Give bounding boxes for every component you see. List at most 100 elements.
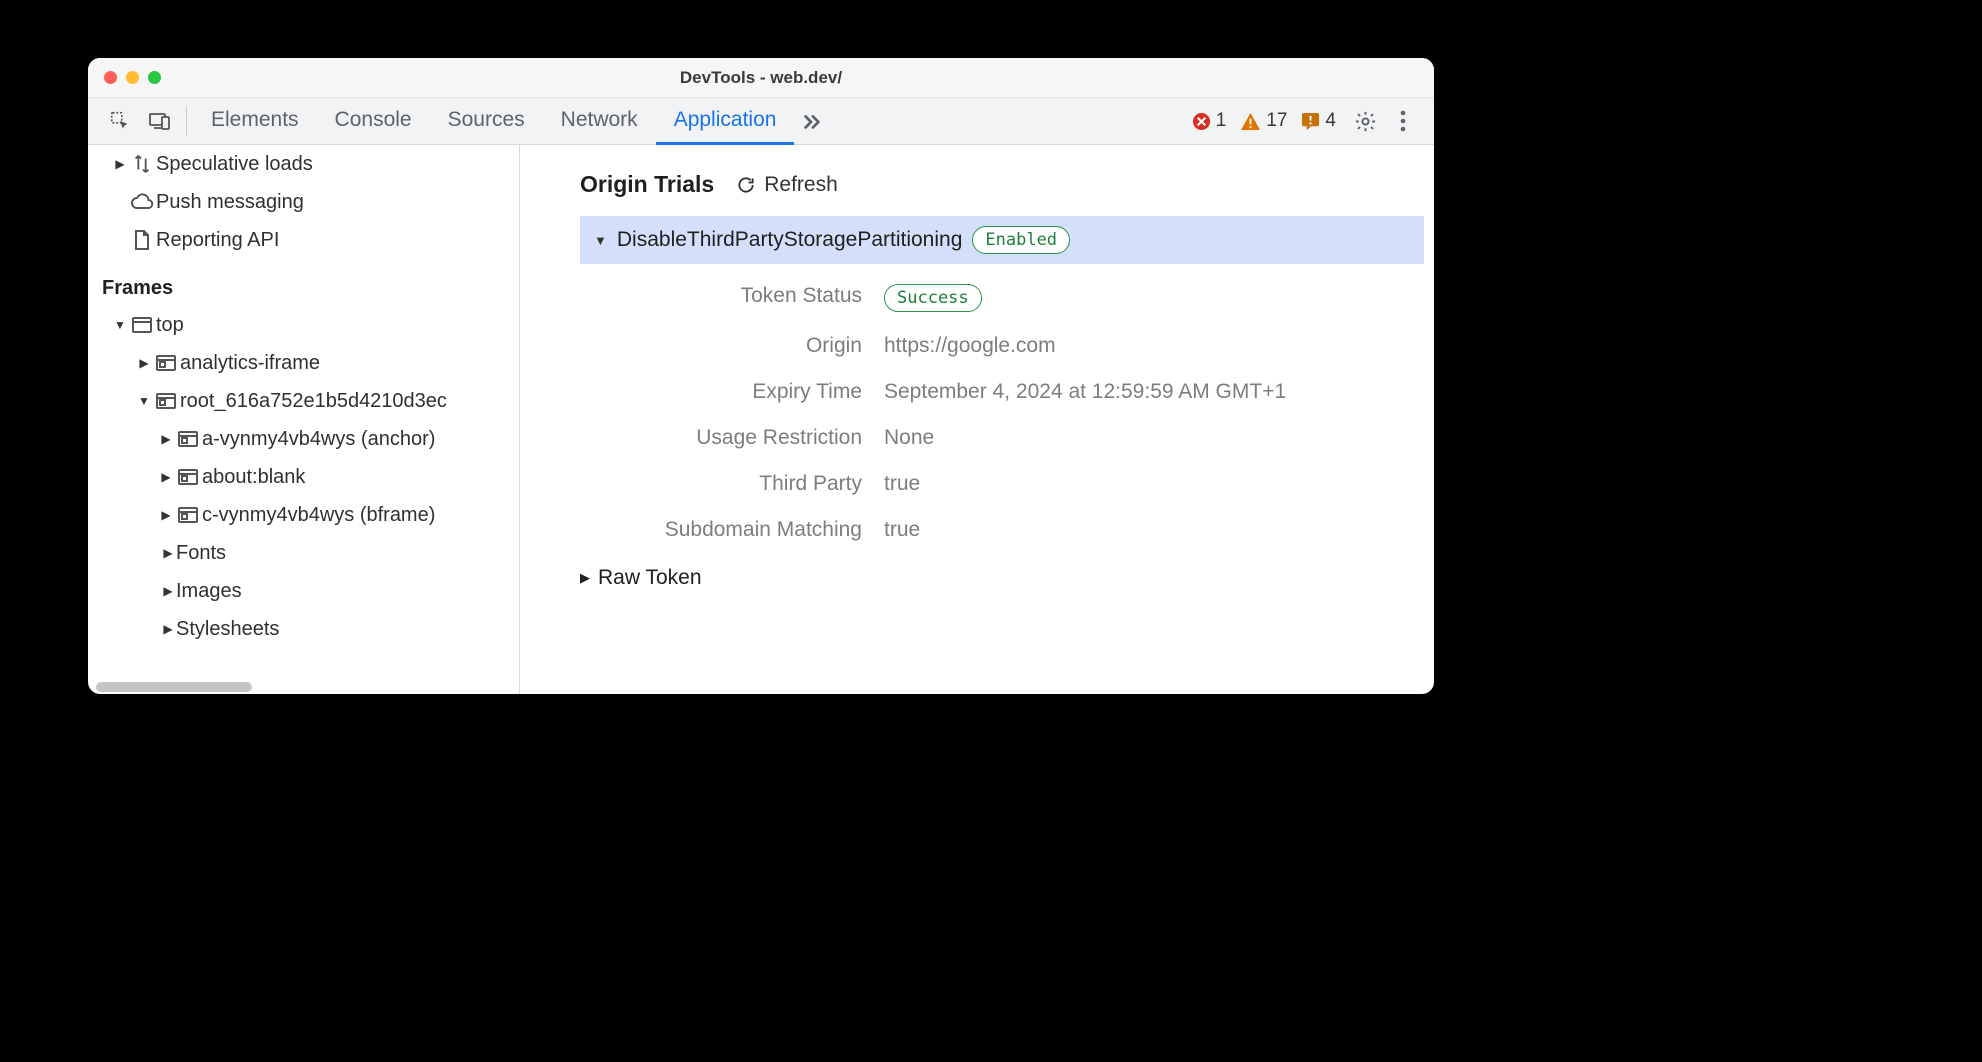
- frame-label: about:blank: [202, 466, 305, 489]
- chevron-right-icon: ▶: [136, 356, 152, 370]
- window-icon: [128, 316, 156, 334]
- third-party-label: Third Party: [580, 472, 862, 496]
- frame-label: c-vynmy4vb4wys (bframe): [202, 504, 435, 527]
- arrows-icon: [128, 153, 156, 175]
- folder-label: Images: [176, 580, 242, 603]
- warning-count-value: 17: [1266, 110, 1287, 132]
- third-party-value: true: [884, 472, 1374, 496]
- horizontal-scrollbar[interactable]: [96, 682, 252, 692]
- token-status-label: Token Status: [580, 284, 862, 312]
- error-count[interactable]: 1: [1192, 110, 1227, 132]
- issue-count[interactable]: 4: [1301, 110, 1336, 132]
- minimize-icon[interactable]: [126, 71, 139, 84]
- frame-root[interactable]: ▼ root_616a752e1b5d4210d3ec: [88, 382, 519, 420]
- subdomain-label: Subdomain Matching: [580, 518, 862, 542]
- frame-anchor[interactable]: ▶ a-vynmy4vb4wys (anchor): [88, 420, 519, 458]
- chevron-right-icon: ▶: [160, 622, 176, 636]
- iframe-icon: [152, 354, 180, 372]
- frame-label: top: [156, 314, 184, 337]
- chevron-right-icon: ▶: [158, 432, 174, 446]
- origin-trials-title: Origin Trials: [580, 171, 714, 198]
- sidebar-item-label: Reporting API: [156, 229, 279, 252]
- subdomain-value: true: [884, 518, 1374, 542]
- status-badge: Enabled: [972, 226, 1070, 254]
- folder-fonts[interactable]: ▶ Fonts: [88, 534, 519, 572]
- chevron-right-icon: ▶: [160, 546, 176, 560]
- sidebar-item-label: Speculative loads: [156, 153, 313, 176]
- cloud-icon: [128, 192, 156, 212]
- maximize-icon[interactable]: [148, 71, 161, 84]
- folder-label: Fonts: [176, 542, 226, 565]
- raw-token-label: Raw Token: [598, 566, 702, 590]
- error-count-value: 1: [1216, 110, 1227, 132]
- tab-application[interactable]: Application: [656, 98, 795, 145]
- chevron-down-icon: ▼: [136, 394, 152, 408]
- refresh-icon: [736, 175, 756, 195]
- chevron-down-icon: ▼: [112, 318, 128, 332]
- origin-trial-details: Token Status Success Origin https://goog…: [520, 264, 1434, 542]
- settings-icon[interactable]: [1346, 98, 1384, 144]
- frames-heading: Frames: [88, 269, 519, 306]
- status-group: 1 17 4: [1192, 110, 1336, 132]
- close-icon[interactable]: [104, 71, 117, 84]
- folder-images[interactable]: ▶ Images: [88, 572, 519, 610]
- frame-analytics[interactable]: ▶ analytics-iframe: [88, 344, 519, 382]
- iframe-icon: [152, 392, 180, 410]
- frame-label: root_616a752e1b5d4210d3ec: [180, 390, 447, 413]
- more-icon[interactable]: [1384, 98, 1422, 144]
- sidebar-item-speculative-loads[interactable]: ▶ Speculative loads: [88, 145, 519, 183]
- origin-value: https://google.com: [884, 334, 1374, 358]
- origin-trial-row[interactable]: ▼ DisableThirdPartyStoragePartitioning E…: [580, 216, 1424, 264]
- origin-trial-name: DisableThirdPartyStoragePartitioning: [617, 228, 963, 252]
- issue-count-value: 4: [1325, 110, 1336, 132]
- sidebar-item-push-messaging[interactable]: Push messaging: [88, 183, 519, 221]
- tab-console[interactable]: Console: [317, 98, 430, 145]
- token-status-value: Success: [884, 284, 1374, 312]
- iframe-icon: [174, 430, 202, 448]
- sidebar[interactable]: ▶ Speculative loads Push messaging Repor…: [88, 145, 520, 694]
- frame-about-blank[interactable]: ▶ about:blank: [88, 458, 519, 496]
- refresh-button[interactable]: Refresh: [736, 173, 838, 197]
- token-status-badge: Success: [884, 284, 982, 312]
- main-header: Origin Trials Refresh: [520, 171, 1434, 216]
- expiry-label: Expiry Time: [580, 380, 862, 404]
- expiry-value: September 4, 2024 at 12:59:59 AM GMT+1: [884, 380, 1374, 404]
- tab-sources[interactable]: Sources: [430, 98, 543, 145]
- frame-label: a-vynmy4vb4wys (anchor): [202, 428, 435, 451]
- frame-bframe[interactable]: ▶ c-vynmy4vb4wys (bframe): [88, 496, 519, 534]
- separator: [186, 106, 187, 136]
- tab-network[interactable]: Network: [543, 98, 656, 145]
- inspect-icon[interactable]: [100, 98, 140, 144]
- titlebar: DevTools - web.dev/: [88, 58, 1434, 98]
- chevron-right-icon: ▶: [160, 584, 176, 598]
- folder-stylesheets[interactable]: ▶ Stylesheets: [88, 610, 519, 648]
- raw-token-row[interactable]: ▶ Raw Token: [520, 542, 1434, 610]
- iframe-icon: [174, 506, 202, 524]
- file-icon: [128, 229, 156, 251]
- tab-strip: Elements Console Sources Network Applica…: [193, 98, 794, 145]
- chevron-right-icon: ▶: [158, 508, 174, 522]
- frame-label: analytics-iframe: [180, 352, 320, 375]
- traffic-lights: [104, 71, 161, 84]
- sidebar-item-label: Push messaging: [156, 191, 304, 214]
- tab-overflow-icon[interactable]: [794, 110, 830, 132]
- usage-value: None: [884, 426, 1374, 450]
- tab-elements[interactable]: Elements: [193, 98, 317, 145]
- device-icon[interactable]: [140, 98, 180, 144]
- origin-label: Origin: [580, 334, 862, 358]
- chevron-right-icon: ▶: [158, 470, 174, 484]
- devtools-window: DevTools - web.dev/ Elements Console Sou…: [88, 58, 1434, 694]
- chevron-right-icon: ▶: [112, 157, 128, 171]
- usage-label: Usage Restriction: [580, 426, 862, 450]
- frame-top[interactable]: ▼ top: [88, 306, 519, 344]
- chevron-right-icon: ▶: [580, 570, 590, 586]
- toolbar: Elements Console Sources Network Applica…: [88, 98, 1434, 145]
- chevron-down-icon: ▼: [594, 233, 607, 248]
- sidebar-item-reporting-api[interactable]: Reporting API: [88, 221, 519, 259]
- refresh-label: Refresh: [764, 173, 838, 197]
- main-panel: Origin Trials Refresh ▼ DisableThirdPart…: [520, 145, 1434, 694]
- iframe-icon: [174, 468, 202, 486]
- folder-label: Stylesheets: [176, 618, 279, 641]
- content: ▶ Speculative loads Push messaging Repor…: [88, 145, 1434, 694]
- warning-count[interactable]: 17: [1240, 110, 1287, 132]
